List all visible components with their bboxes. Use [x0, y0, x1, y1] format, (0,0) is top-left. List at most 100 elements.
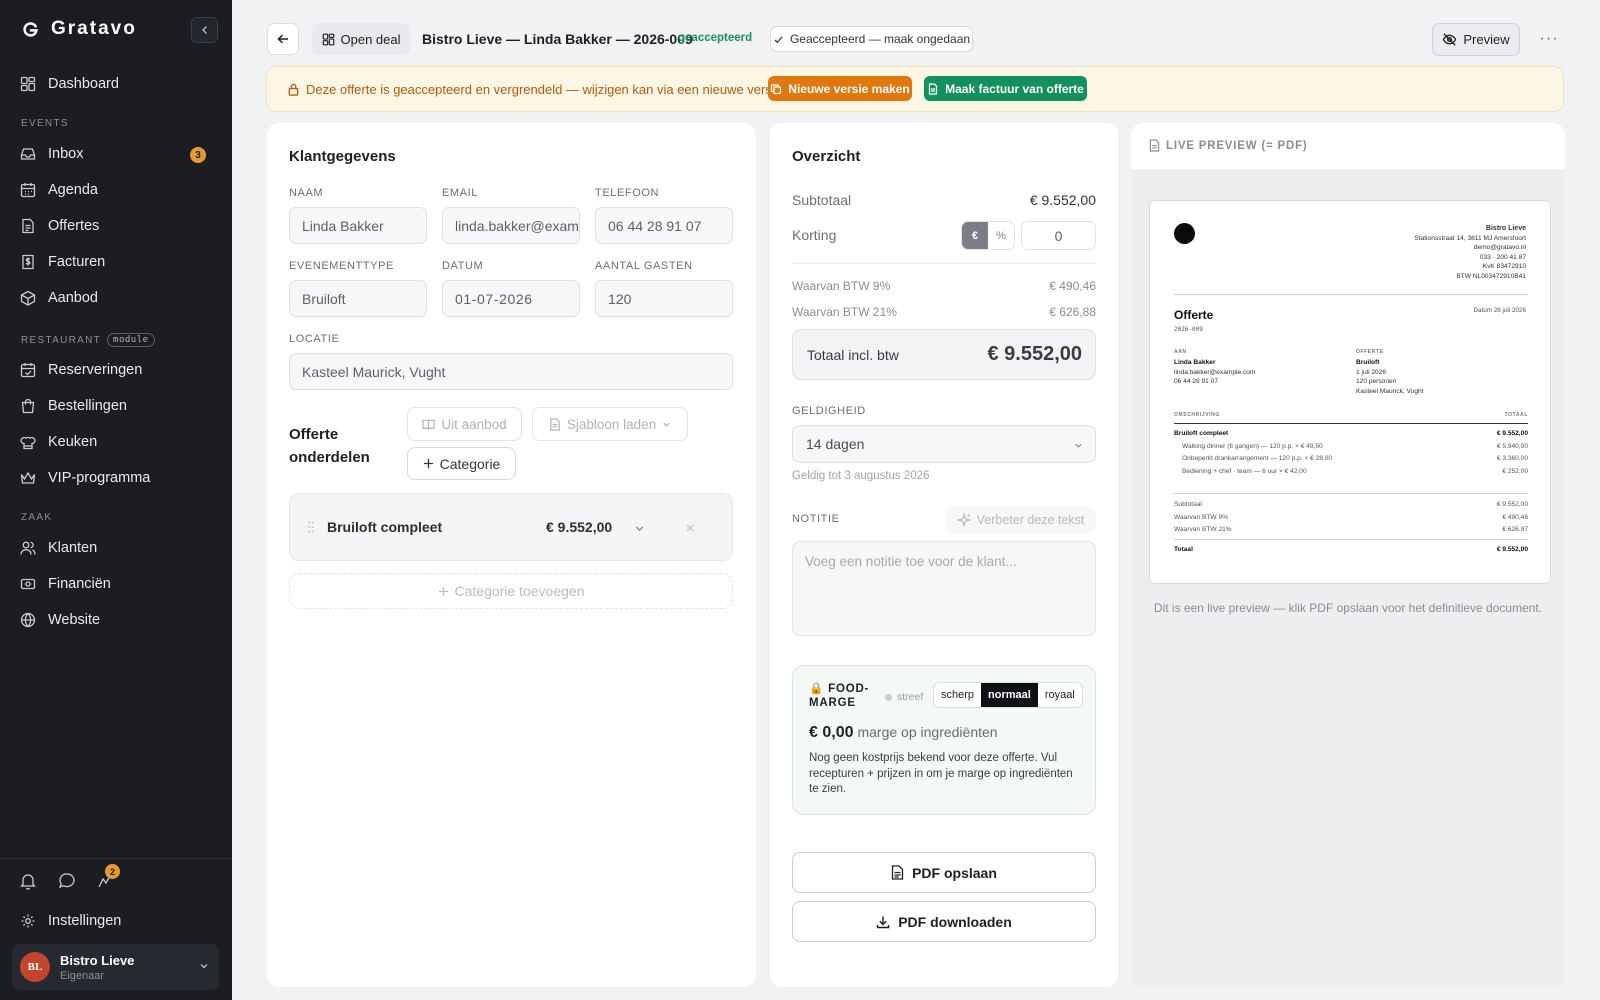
- doc-quote-block: Bruiloft 1 juli 2026 120 personen Kastee…: [1356, 359, 1424, 395]
- user-menu[interactable]: BL Bistro Lieve Eigenaar: [12, 944, 219, 990]
- pdf-save-button[interactable]: PDF opslaan: [792, 852, 1096, 893]
- undo-accept-button[interactable]: Geaccepteerd — maak ongedaan: [770, 26, 973, 52]
- preview-label: Preview: [1463, 32, 1510, 47]
- collapse-sidebar-button[interactable]: [191, 17, 218, 43]
- sidebar-item-dashboard[interactable]: Dashboard: [20, 69, 214, 99]
- sidebar-item-offertes[interactable]: Offertes: [20, 211, 214, 241]
- sidebar-item-label: Reserveringen: [48, 362, 143, 378]
- back-button[interactable]: [267, 23, 299, 55]
- drag-handle-icon[interactable]: [308, 521, 314, 533]
- sidebar-item-label: Keuken: [48, 434, 98, 450]
- sidebar-item-website[interactable]: Website: [20, 605, 214, 635]
- bell-icon[interactable]: [20, 872, 38, 890]
- doc-to-block: Linda Bakker linda.bakker@example.com 06…: [1174, 359, 1256, 386]
- food-margin-note: Nog geen kostprijs bekend voor deze offe…: [809, 752, 1073, 795]
- sidebar-item-instellingen[interactable]: Instellingen: [20, 906, 214, 936]
- chat-icon[interactable]: [58, 872, 76, 890]
- category-amount: € 9.552,00: [546, 519, 613, 535]
- food-margin-toggle[interactable]: scherp normaal royaal: [933, 682, 1083, 708]
- locked-banner-text: Deze offerte is geaccepteerd en vergrend…: [306, 82, 786, 97]
- chef-hat-icon: [20, 434, 36, 450]
- from-catalog-label: Uit aanbod: [441, 416, 507, 432]
- invoice-icon: [20, 254, 36, 270]
- validity-select[interactable]: 14 dagen: [792, 425, 1096, 463]
- expand-chevron-icon[interactable]: [634, 523, 645, 534]
- chevron-down-icon: [199, 961, 209, 971]
- email-field[interactable]: linda.bakker@example.com: [442, 207, 580, 244]
- phone-field[interactable]: 06 44 28 91 07: [595, 207, 733, 244]
- company-logo-icon: [1174, 223, 1195, 244]
- food-margin-title: 🔒 FOOD- MARGE: [809, 683, 870, 709]
- margin-option-royaal[interactable]: royaal: [1038, 683, 1082, 707]
- undo-accept-label: Geaccepteerd — maak ongedaan: [789, 32, 971, 46]
- margin-option-normaal[interactable]: normaal: [981, 683, 1038, 707]
- module-pill: module: [107, 333, 155, 347]
- from-catalog-button[interactable]: Uit aanbod: [407, 407, 522, 441]
- open-deal-button[interactable]: Open deal: [312, 23, 410, 55]
- total-box: Totaal incl. btw € 9.552,00: [792, 329, 1096, 380]
- section-title-zaak: ZAAK: [21, 512, 53, 523]
- discount-mode-euro[interactable]: €: [962, 222, 988, 249]
- more-options-button[interactable]: ···: [1536, 30, 1562, 48]
- add-category-label: Categorie: [439, 455, 501, 472]
- location-field[interactable]: Kasteel Maurick, Vught: [289, 353, 733, 390]
- live-preview-panel: LIVE PREVIEW (= PDF) Bistro Lieve Statio…: [1131, 123, 1565, 987]
- add-category-dropzone[interactable]: Categorie toevoegen: [289, 573, 733, 609]
- category-row[interactable]: Bruiloft compleet € 9.552,00: [289, 493, 733, 561]
- event-type-field[interactable]: Bruiloft: [289, 280, 427, 317]
- sidebar-item-label: Klanten: [48, 540, 98, 556]
- doc-divider: [1174, 539, 1528, 540]
- sidebar-item-label: Dashboard: [48, 76, 119, 92]
- users-icon: [20, 540, 36, 556]
- name-label: NAAM: [289, 187, 324, 199]
- sidebar-item-bestellingen[interactable]: Bestellingen: [20, 391, 214, 421]
- avatar: BL: [20, 952, 50, 982]
- sidebar-item-aanbod[interactable]: Aanbod: [20, 283, 214, 313]
- sidebar-item-financien[interactable]: Financiën: [20, 569, 214, 599]
- note-textarea[interactable]: Voeg een notitie toe voor de klant...: [792, 541, 1096, 636]
- chevron-down-icon: [663, 422, 670, 427]
- new-version-button[interactable]: Nieuwe versie maken: [768, 76, 912, 101]
- sidebar-quick-actions: 2: [20, 864, 120, 890]
- preview-button[interactable]: Preview: [1432, 23, 1520, 56]
- user-name: Bistro Lieve: [60, 952, 135, 968]
- sidebar-item-reserveringen[interactable]: Reserveringen: [20, 355, 214, 385]
- create-invoice-button[interactable]: Maak factuur van offerte: [924, 76, 1087, 101]
- load-template-button[interactable]: Sjabloon laden: [532, 407, 688, 441]
- guests-field[interactable]: 120: [595, 280, 733, 317]
- discount-mode-percent[interactable]: %: [988, 222, 1014, 249]
- remove-category-icon[interactable]: [685, 523, 695, 533]
- new-version-label: Nieuwe versie maken: [788, 81, 910, 96]
- locked-banner-message: Deze offerte is geaccepteerd en vergrend…: [287, 82, 786, 97]
- copy-icon: [771, 83, 782, 94]
- app-name: Gratavo: [51, 18, 137, 39]
- sidebar-item-klanten[interactable]: Klanten: [20, 533, 214, 563]
- pdf-preview-document[interactable]: Bistro Lieve Stationsstraat 14, 3811 MJ …: [1149, 200, 1551, 584]
- sidebar-item-keuken[interactable]: Keuken: [20, 427, 214, 457]
- sidebar-item-inbox[interactable]: Inbox 3: [20, 139, 214, 169]
- globe-icon: [20, 612, 36, 628]
- discount-input[interactable]: 0: [1021, 221, 1096, 250]
- sidebar-item-vip-programma[interactable]: VIP-programma: [20, 463, 214, 493]
- dashboard-icon: [20, 76, 36, 92]
- package-icon: [20, 290, 36, 306]
- margin-option-scherp[interactable]: scherp: [934, 683, 981, 707]
- dashboard-icon: [322, 33, 334, 45]
- add-category-button[interactable]: Categorie: [407, 447, 516, 480]
- activity-icon[interactable]: 2: [96, 864, 120, 890]
- discount-mode-toggle[interactable]: € %: [961, 221, 1015, 250]
- sidebar-item-label: Agenda: [48, 182, 98, 198]
- logo-mark-icon: [22, 21, 39, 38]
- location-label: LOCATIE: [289, 333, 340, 345]
- app-logo[interactable]: Gratavo: [22, 18, 137, 40]
- book-open-icon: [422, 419, 436, 430]
- sidebar-item-facturen[interactable]: Facturen: [20, 247, 214, 277]
- name-field[interactable]: Linda Bakker: [289, 207, 427, 244]
- doc-subtotal-row: Subtotaal € 9.552,00: [1174, 501, 1528, 508]
- pdf-download-button[interactable]: PDF downloaden: [792, 901, 1096, 942]
- improve-text-button[interactable]: Verbeter deze tekst: [945, 507, 1096, 533]
- doc-company-block: Bistro Lieve Stationsstraat 14, 3811 MJ …: [1414, 225, 1526, 280]
- doc-divider: [1174, 294, 1528, 295]
- sidebar-item-agenda[interactable]: Agenda: [20, 175, 214, 205]
- date-field[interactable]: 01-07-2026: [442, 280, 580, 317]
